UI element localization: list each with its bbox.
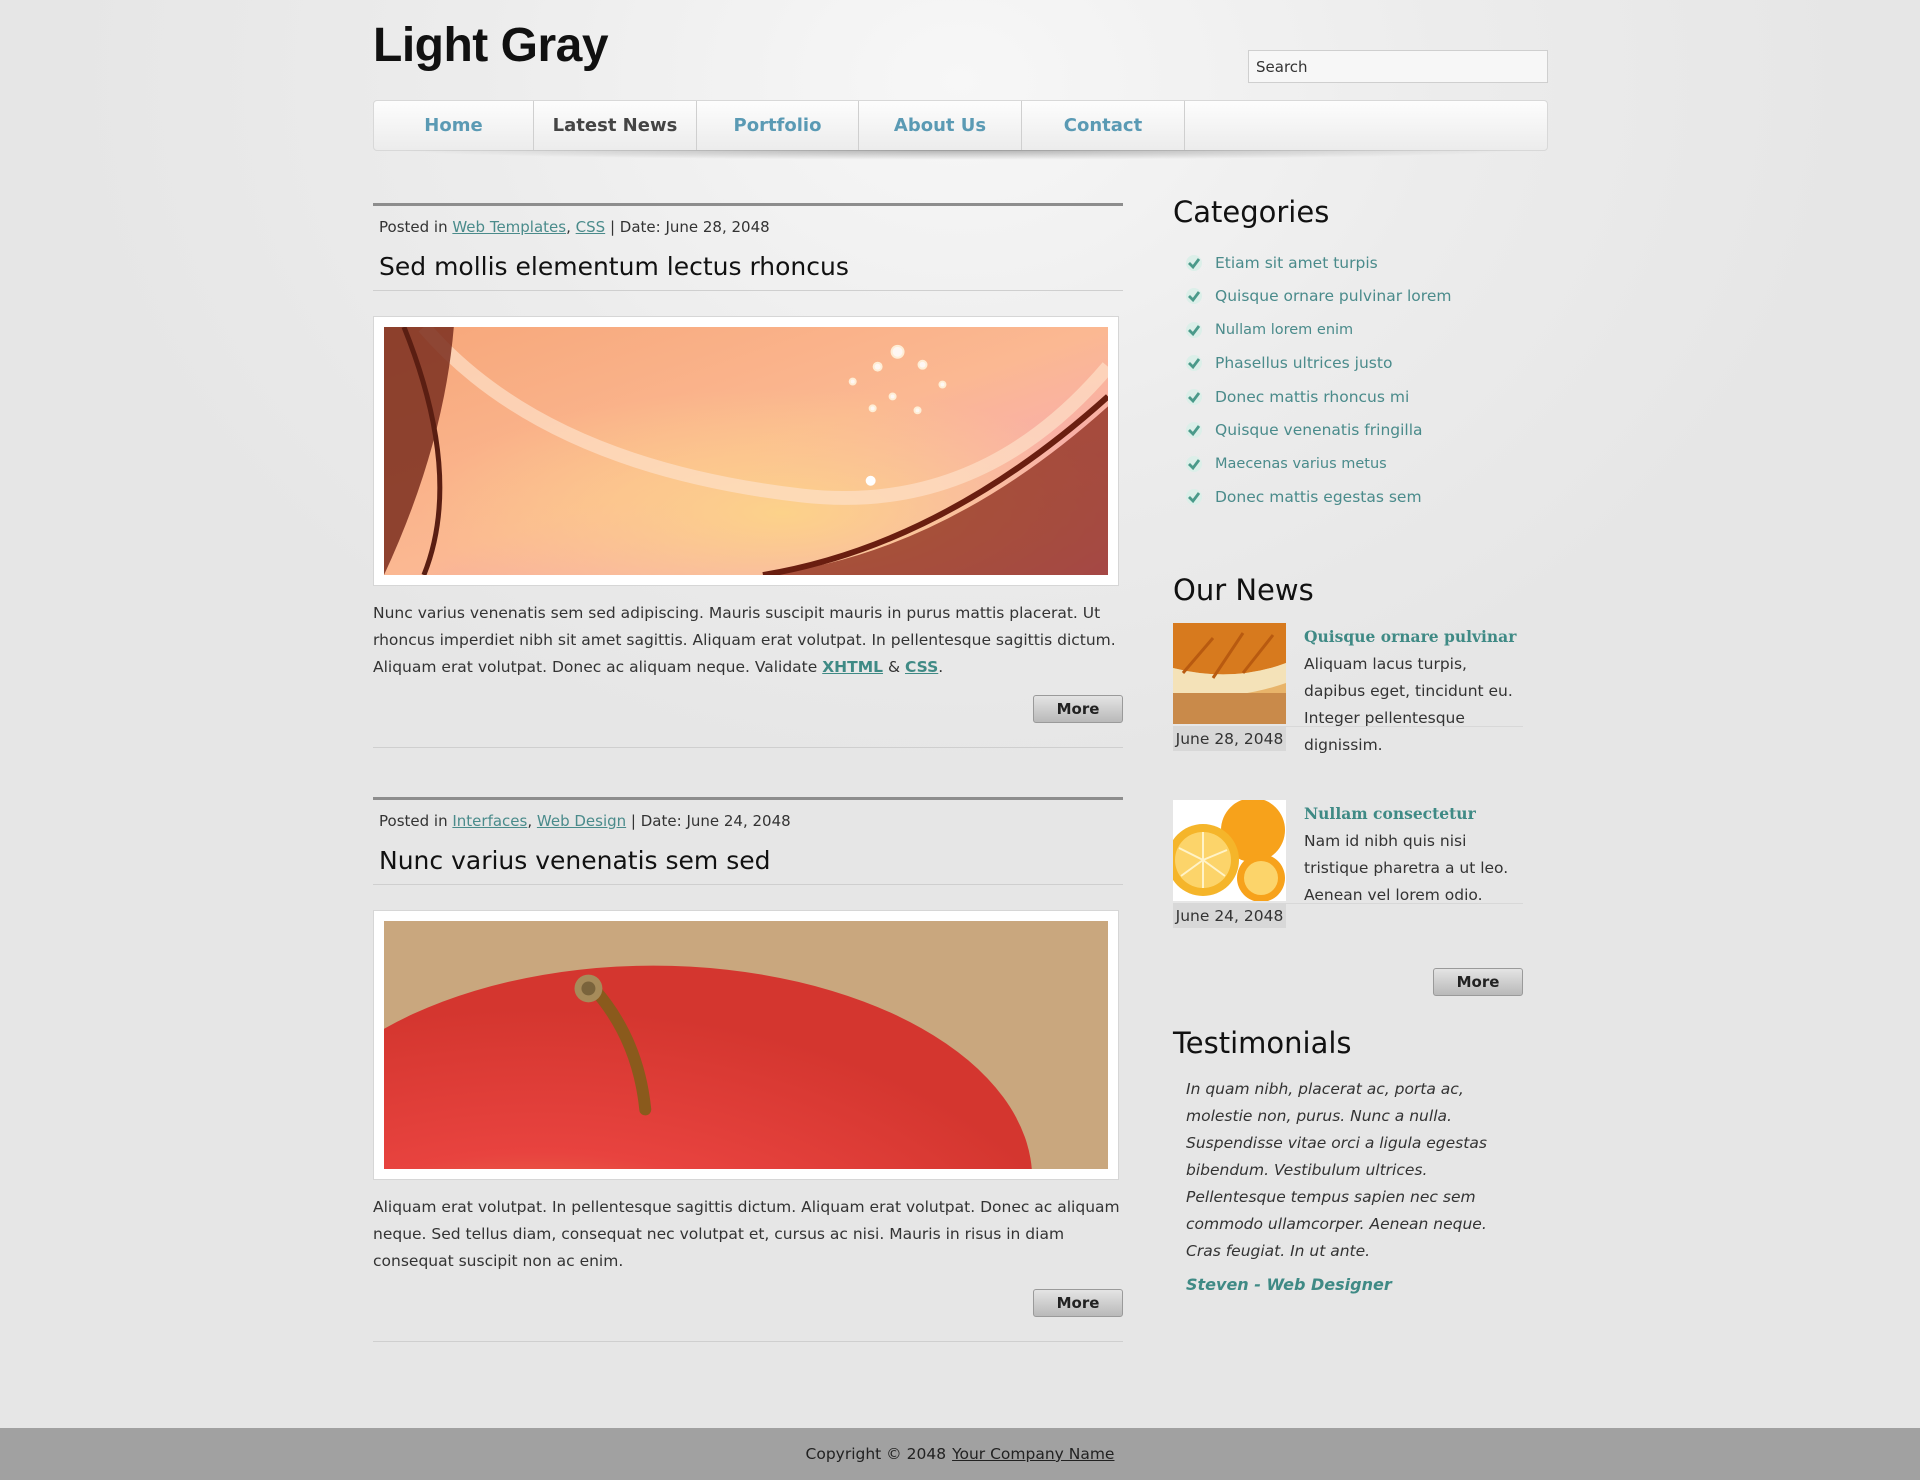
category-link[interactable]: Etiam sit amet turpis (1215, 254, 1378, 272)
categories-heading: Categories (1173, 195, 1330, 229)
category-link[interactable]: Donec mattis egestas sem (1215, 488, 1422, 506)
post-meta: Posted in Interfaces, Web Design | Date:… (379, 812, 791, 830)
check-icon (1186, 254, 1202, 271)
category-item: Quisque venenatis fringilla (1173, 414, 1523, 448)
news-list: Quisque ornare pulvinar Aliquam lacus tu… (1173, 623, 1523, 930)
footer: Copyright © 2048 Your Company Name (0, 1428, 1920, 1480)
search-input[interactable] (1248, 50, 1548, 83)
news-item: Quisque ornare pulvinar Aliquam lacus tu… (1173, 623, 1523, 754)
testimonial-quote: In quam nibh, placerat ac, porta ac, mol… (1186, 1080, 1487, 1260)
post-title: Sed mollis elementum lectus rhoncus (373, 240, 1123, 291)
more-row: More (373, 1289, 1123, 1317)
post-date: June 24, 2048 (686, 812, 791, 830)
sidebar: Categories Etiam sit amet turpis Quisque… (1173, 195, 1523, 1294)
period: . (938, 658, 944, 676)
check-icon (1186, 388, 1202, 405)
oranges-photo[interactable] (1173, 800, 1286, 901)
news-text: Nam id nibh quis nisi tristique pharetra… (1304, 832, 1509, 904)
category-link[interactable]: Web Templates (452, 218, 566, 236)
category-link[interactable]: Quisque venenatis fringilla (1215, 421, 1423, 439)
category-item: Nullam lorem enim (1173, 313, 1523, 347)
check-icon (1186, 355, 1202, 372)
check-icon (1186, 422, 1202, 439)
category-link[interactable]: Nullam lorem enim (1215, 322, 1353, 338)
news-more-row: More (1173, 968, 1523, 996)
orange-slice-photo[interactable] (1173, 623, 1286, 724)
category-link[interactable]: Quisque ornare pulvinar lorem (1215, 287, 1451, 305)
more-button[interactable]: More (1033, 1289, 1123, 1317)
news-date: June 24, 2048 (1173, 904, 1286, 928)
more-button[interactable]: More (1033, 695, 1123, 723)
category-item: Donec mattis egestas sem (1173, 481, 1523, 515)
category-item: Maecenas varius metus (1173, 447, 1523, 481)
company-link[interactable]: Your Company Name (952, 1445, 1114, 1463)
news-text: Aliquam lacus turpis, dapibus eget, tinc… (1304, 655, 1513, 754)
categories-list: Etiam sit amet turpis Quisque ornare pul… (1173, 246, 1523, 514)
posted-in-label: Posted in (379, 812, 448, 830)
check-icon (1186, 489, 1202, 506)
category-link[interactable]: Phasellus ultrices justo (1215, 354, 1392, 372)
category-link[interactable]: CSS (576, 218, 606, 236)
post-image-frame (373, 316, 1119, 586)
xhtml-link[interactable]: XHTML (822, 658, 883, 676)
post-bottom-rule (373, 1341, 1123, 1342)
ampersand: & (887, 658, 901, 676)
post-image-frame (373, 910, 1119, 1180)
staircase-chandelier-photo (384, 327, 1108, 575)
news-date: June 28, 2048 (1173, 727, 1286, 751)
posted-in-label: Posted in (379, 218, 448, 236)
check-icon (1186, 455, 1202, 472)
blog-post: Posted in Web Templates, CSS | Date: Jun… (373, 203, 1123, 748)
category-link[interactable]: Maecenas varius metus (1215, 456, 1387, 472)
category-item: Donec mattis rhoncus mi (1173, 380, 1523, 414)
testimonials-heading: Testimonials (1173, 1026, 1352, 1060)
category-link[interactable]: Web Design (537, 812, 626, 830)
news-title[interactable]: Quisque ornare pulvinar (1304, 627, 1516, 646)
testimonial-author: Steven - Web Designer (1186, 1275, 1392, 1294)
nav-about-us[interactable]: About Us (859, 101, 1022, 150)
news-title[interactable]: Nullam consectetur (1304, 804, 1476, 823)
site-title: Light Gray (373, 19, 609, 72)
check-icon (1186, 321, 1202, 338)
category-item: Phasellus ultrices justo (1173, 347, 1523, 381)
nav-home[interactable]: Home (374, 101, 534, 150)
nav-shadow (393, 150, 1528, 160)
news-more-button[interactable]: More (1433, 968, 1523, 996)
more-row: More (373, 695, 1123, 723)
category-item: Quisque ornare pulvinar lorem (1173, 280, 1523, 314)
post-date: June 28, 2048 (665, 218, 770, 236)
red-apple-photo (384, 921, 1108, 1169)
nav-contact[interactable]: Contact (1022, 101, 1185, 150)
post-excerpt: Nunc varius venenatis sem sed adipiscing… (373, 600, 1123, 681)
category-link[interactable]: Donec mattis rhoncus mi (1215, 388, 1409, 406)
post-title: Nunc varius venenatis sem sed (373, 834, 1123, 885)
category-link[interactable]: Interfaces (452, 812, 527, 830)
css-link[interactable]: CSS (905, 658, 938, 676)
post-meta: Posted in Web Templates, CSS | Date: Jun… (379, 218, 770, 236)
date-label: Date: (640, 812, 682, 830)
our-news-heading: Our News (1173, 573, 1314, 607)
post-body-text: Nunc varius venenatis sem sed adipiscing… (373, 604, 1116, 676)
post-bottom-rule (373, 747, 1123, 748)
category-item: Etiam sit amet turpis (1173, 246, 1523, 280)
nav-latest-news[interactable]: Latest News (534, 101, 697, 150)
post-excerpt: Aliquam erat volutpat. In pellentesque s… (373, 1198, 1120, 1270)
copyright-text: Copyright © 2048 (805, 1445, 947, 1463)
main-nav: Home Latest News Portfolio About Us Cont… (373, 100, 1548, 151)
check-icon (1186, 288, 1202, 305)
blog-post: Posted in Interfaces, Web Design | Date:… (373, 797, 1123, 1342)
news-item: Nullam consectetur Nam id nibh quis nisi… (1173, 800, 1523, 930)
date-label: Date: (619, 218, 661, 236)
nav-portfolio[interactable]: Portfolio (697, 101, 859, 150)
